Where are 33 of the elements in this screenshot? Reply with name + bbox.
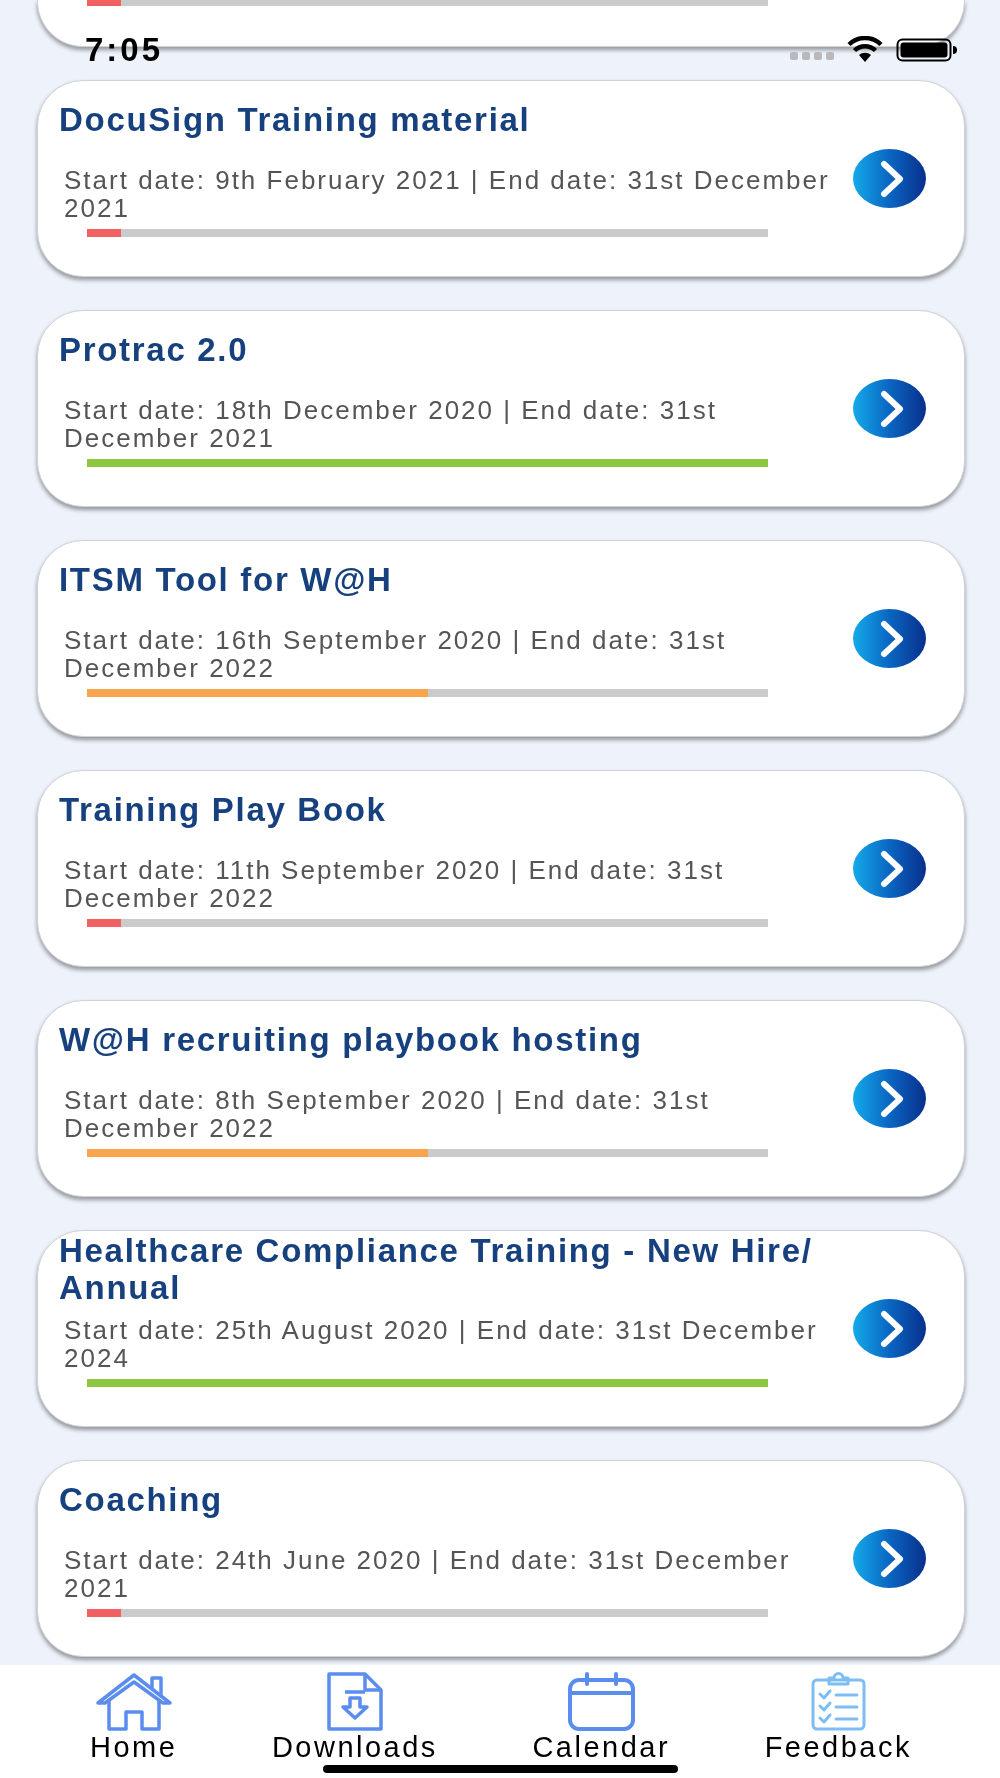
chevron-icon — [879, 849, 904, 888]
date-range-text: Start date: 18th December 2020 | End date: 31st December 2021 — [64, 396, 718, 452]
tab-button[interactable]: Home — [90, 1665, 178, 1778]
date-range-text: Start date: 8th September 2020 | End date: 31st December 2022 — [64, 1086, 711, 1142]
home-icon — [94, 1672, 173, 1731]
signal-icon — [790, 52, 834, 60]
clipboard-checklist-icon — [809, 1672, 867, 1731]
download-file-icon — [326, 1672, 383, 1731]
date-range-text: Start date: 25th August 2020 | End date: 31st December 2024 — [64, 1316, 819, 1372]
date-range-text: Start date: 9th February 2021 | End date: 31st December 2021 — [64, 166, 831, 222]
date-range-text: Start date: 24th June 2020 | End date: 31st December 2021 — [64, 1546, 792, 1602]
tab-button[interactable]: Calendar — [532, 1665, 671, 1778]
tab-button[interactable]: Feedback — [764, 1665, 912, 1778]
battery-icon — [896, 38, 958, 62]
training-title: Training Play Book — [59, 790, 387, 828]
training-title: DocuSign Training material — [59, 100, 531, 138]
wifi-icon — [846, 36, 884, 62]
date-range-text: Start date: 11th September 2020 | End date: 31st December 2022 — [64, 856, 726, 912]
chevron-icon — [879, 619, 904, 658]
calendar-icon — [566, 1672, 636, 1731]
chevron-icon — [879, 1539, 904, 1578]
clock-time: 7:05 — [85, 31, 164, 69]
tab-button[interactable]: Downloads — [271, 1665, 438, 1778]
date-range-text: Start date: 16th September 2020 | End date: 31st December 2022 — [64, 626, 728, 682]
training-title: W@H recruiting playbook hosting — [59, 1020, 643, 1058]
training-title: ITSM Tool for W@H — [59, 560, 393, 598]
chevron-icon — [879, 1309, 904, 1348]
training-title: Coaching — [59, 1480, 223, 1518]
chevron-icon — [879, 1079, 904, 1118]
chevron-icon — [879, 159, 904, 198]
training-title: Healthcare Compliance Training - New Hire/ Annual — [59, 1232, 814, 1306]
chevron-icon — [879, 389, 904, 428]
training-title: Protrac 2.0 — [59, 330, 249, 368]
